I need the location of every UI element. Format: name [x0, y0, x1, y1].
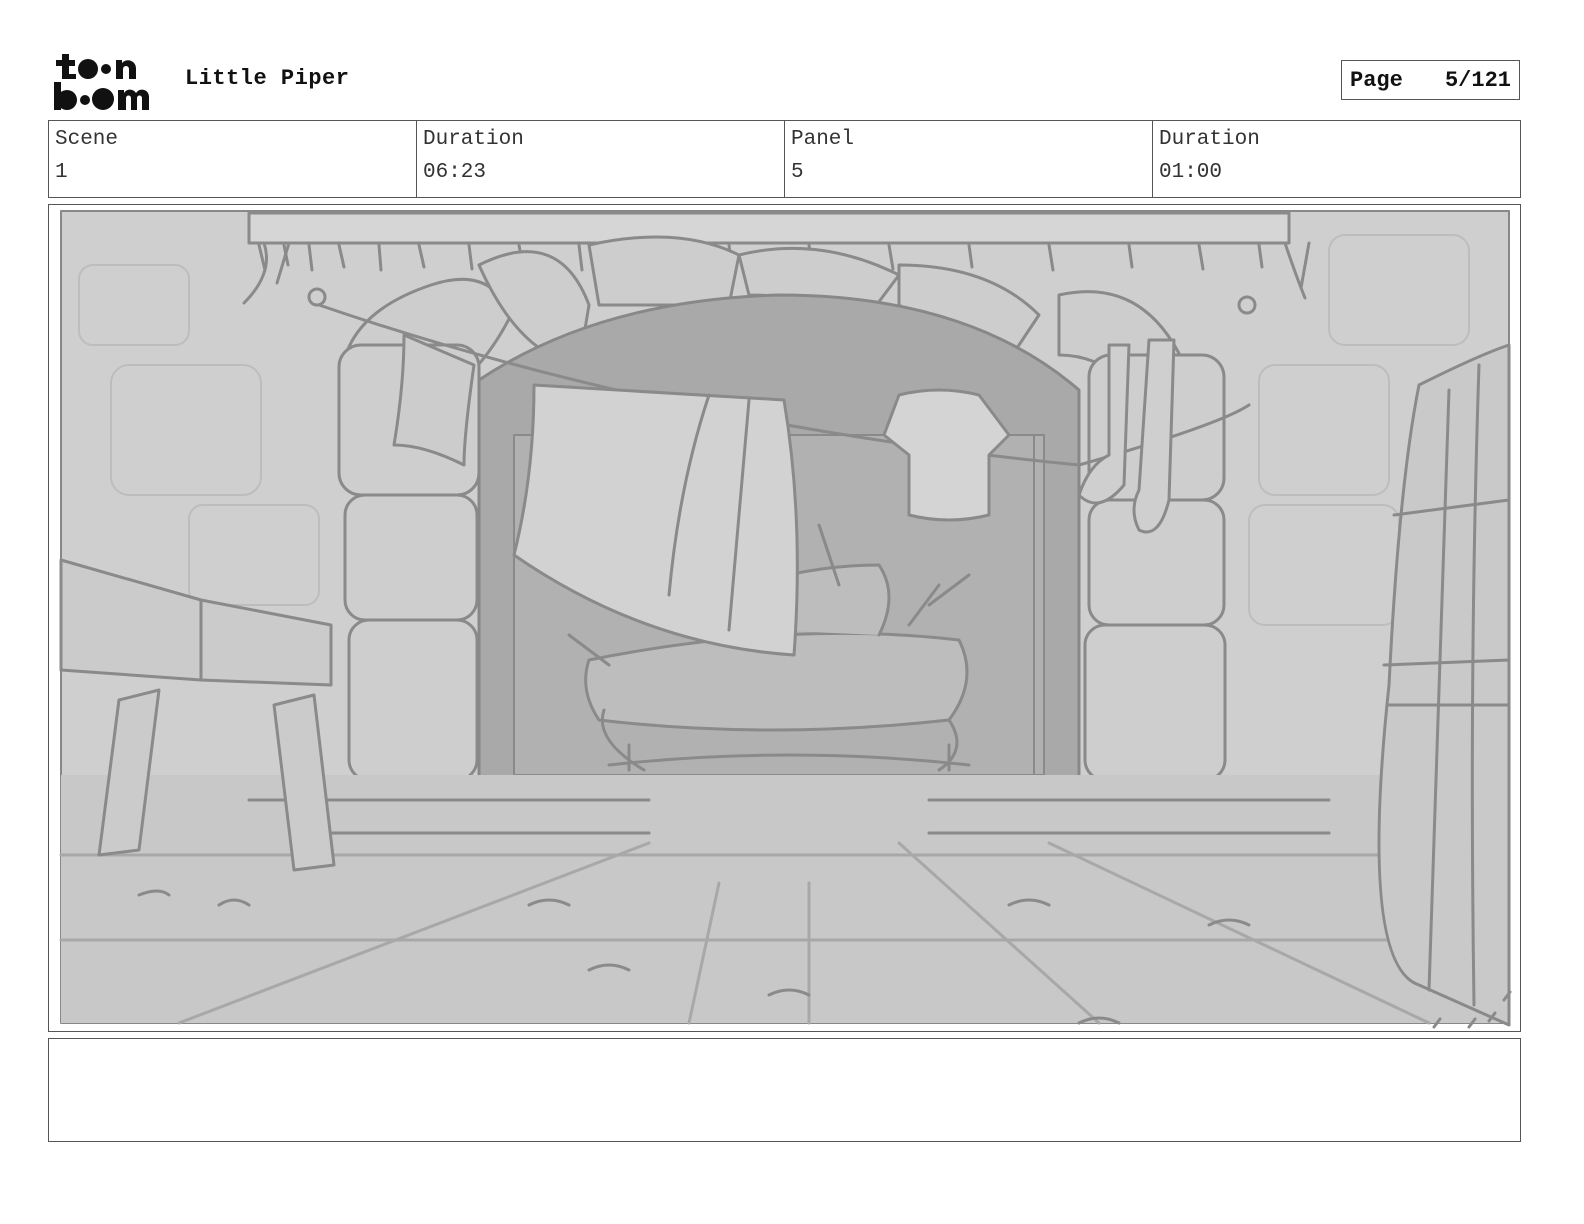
scene-label: Scene	[55, 128, 119, 151]
page-number: 5/121	[1444, 68, 1511, 93]
toon-boom-logo	[54, 54, 150, 110]
panel-notes-box	[48, 1038, 1521, 1142]
scene-duration-value: 06:23	[423, 161, 487, 184]
scene-duration-cell: Duration 06:23	[416, 121, 784, 197]
scene-cell: Scene 1	[49, 121, 416, 197]
panel-info-row: Scene 1 Duration 06:23 Panel 5 Duration …	[48, 120, 1521, 198]
page-indicator: Page 5/121	[1341, 60, 1520, 100]
panel-duration-value: 01:00	[1159, 161, 1223, 184]
storyboard-sketch	[59, 210, 1512, 1029]
panel-duration-cell: Duration 01:00	[1152, 121, 1520, 197]
scene-duration-label: Duration	[423, 128, 524, 151]
panel-cell: Panel 5	[784, 121, 1152, 197]
scene-value: 1	[55, 161, 68, 184]
panel-value: 5	[791, 161, 804, 184]
page-label: Page	[1350, 68, 1403, 93]
panel-label: Panel	[791, 128, 855, 151]
panel-duration-label: Duration	[1159, 128, 1260, 151]
storyboard-panel	[48, 204, 1521, 1032]
project-title: Little Piper	[185, 66, 350, 91]
